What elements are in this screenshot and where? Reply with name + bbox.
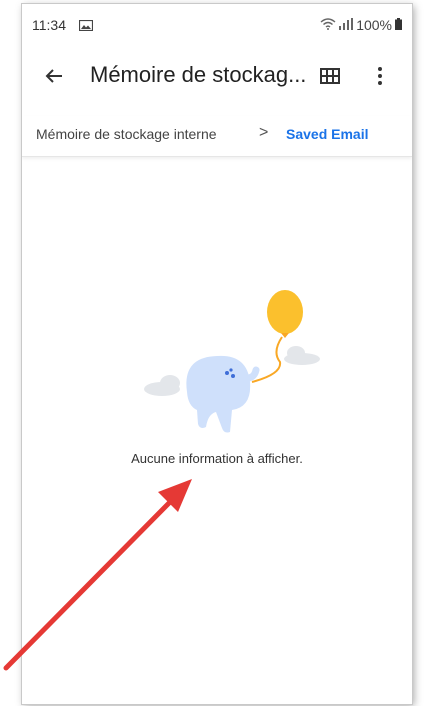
- status-bar: 11:34 100%: [22, 4, 412, 38]
- phone-screen: 11:34 100% Mémoire de stockag... Mémoire…: [22, 4, 412, 704]
- empty-state-message: Aucune information à afficher.: [131, 451, 303, 466]
- back-arrow-icon[interactable]: [40, 62, 68, 90]
- cloud-icon: [284, 346, 320, 365]
- wifi-icon: [320, 17, 336, 33]
- breadcrumb-separator: >: [259, 124, 269, 141]
- screenshot-stage: 11:34 100% Mémoire de stockag... Mémoire…: [0, 0, 428, 706]
- battery-icon: [395, 17, 402, 33]
- status-time: 11:34: [32, 17, 66, 33]
- image-notification-icon: [78, 18, 94, 34]
- breadcrumb: Mémoire de stockage interne > Saved Emai…: [22, 116, 412, 157]
- status-icons: 100%: [320, 17, 402, 33]
- creature-icon: [186, 355, 260, 433]
- cloud-icon: [144, 375, 180, 396]
- breadcrumb-internal-storage[interactable]: Mémoire de stockage interne: [36, 126, 217, 142]
- more-vert-icon[interactable]: [374, 62, 386, 90]
- app-bar: Mémoire de stockag...: [22, 44, 412, 104]
- page-title: Mémoire de stockag...: [90, 62, 307, 87]
- empty-state-illustration: [132, 282, 332, 442]
- grid-view-icon[interactable]: [318, 64, 342, 88]
- battery-percentage: 100%: [356, 17, 392, 33]
- breadcrumb-saved-email[interactable]: Saved Email: [286, 126, 369, 142]
- balloon-icon: [267, 290, 303, 338]
- signal-icon: [339, 17, 354, 33]
